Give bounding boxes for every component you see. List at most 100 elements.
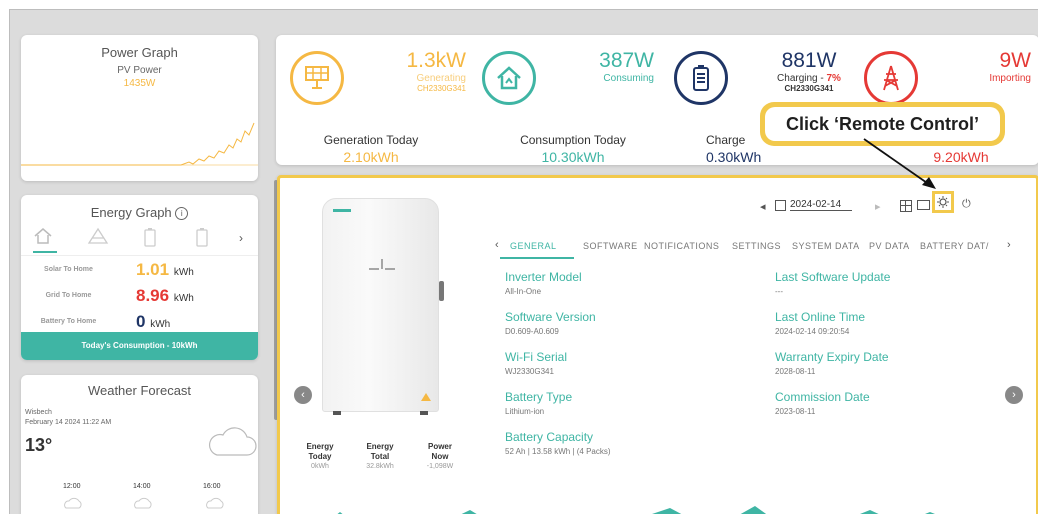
energy-source-icons: ›: [21, 225, 258, 256]
info-label: Last Online Time: [775, 310, 866, 324]
weather-location: Wisbech: [25, 409, 52, 416]
generation-today: Generation Today 2.10kWh: [306, 133, 436, 165]
summary-value: 0kWh: [311, 463, 329, 470]
energy-flow-label: Grid To Home: [45, 292, 92, 299]
battery-value: 881W: [781, 49, 837, 72]
battery-status: Charging - 7%: [754, 73, 864, 84]
info-value: D0.609-A0.609: [505, 327, 559, 336]
prev-arrow-button[interactable]: ‹: [294, 386, 312, 404]
power-icon[interactable]: ⏻: [962, 198, 971, 211]
inverter-image: [322, 198, 444, 415]
consuming-value: 387W: [599, 49, 654, 72]
energy-flow-row: Grid To Home 8.96 kWh: [21, 286, 258, 306]
power-graph-title: Power Graph: [101, 45, 178, 60]
energy-flow-unit: kWh: [150, 319, 171, 330]
next-arrow-button[interactable]: ›: [1005, 386, 1023, 404]
consuming-block: 387W Consuming: [599, 49, 654, 84]
info-label: Software Version: [505, 310, 596, 324]
tab-software[interactable]: SOFTWARE: [583, 241, 638, 251]
home-tab-icon[interactable]: [33, 227, 57, 253]
summary-value: 32.8kWh: [366, 463, 394, 470]
info-label: Commission Date: [775, 390, 870, 404]
pv-power-label: PV Power: [117, 65, 162, 76]
energy-graph-title: Energy Graph: [90, 205, 172, 220]
grid-tower-icon: [864, 51, 918, 105]
energy-flow-label: Solar To Home: [44, 266, 93, 273]
energy-flow-label: Battery To Home: [40, 318, 97, 325]
callout-pointer-arrow: [863, 138, 936, 189]
date-input[interactable]: 2024-02-14: [790, 199, 852, 211]
info-value: ---: [775, 287, 783, 296]
forecast-hour: 16:00: [203, 483, 221, 490]
grid-tab-icon[interactable]: [87, 227, 109, 250]
generating-value: 1.3kW: [406, 49, 466, 72]
forecast-cloud-icon: [134, 497, 152, 509]
battery-percent: 7%: [826, 73, 841, 84]
info-value: Lithium-ion: [505, 407, 545, 416]
tab-settings[interactable]: SETTINGS: [732, 241, 781, 251]
tab-general[interactable]: GENERAL: [510, 241, 557, 251]
charge-today-value: 0.30kWh: [706, 149, 762, 165]
generating-label: Generating: [416, 73, 466, 84]
energy-flow-value: 1.01 kWh: [136, 260, 194, 280]
chevron-right-icon[interactable]: ›: [239, 231, 243, 245]
grid-label: Importing: [989, 73, 1031, 84]
info-value: 2024-02-14 09:20:54: [775, 327, 850, 336]
energy-chart-strip: [337, 506, 935, 514]
tabs-prev-arrow[interactable]: ‹: [495, 239, 499, 251]
energy-flow-row: Battery To Home 0 kWh: [21, 312, 258, 332]
consuming-label: Consuming: [603, 73, 654, 84]
grid-block: 9W Importing: [989, 49, 1031, 84]
info-value: WJ2330G341: [505, 367, 554, 376]
cloud-icon: [208, 427, 257, 456]
app-frame: Power Graph PV Power 1435W 1.3kW Generat…: [9, 9, 1038, 514]
summary-label: Energy: [306, 442, 334, 451]
energy-flow-number: 8.96: [136, 286, 170, 305]
consumption-today-label: Consumption Today: [520, 133, 626, 147]
inverter-side-handle: [439, 281, 444, 301]
tab-notifications[interactable]: NOTIFICATIONS: [644, 241, 719, 251]
battery-tab-icon[interactable]: [143, 227, 157, 252]
pv-power-sparkline: [21, 122, 258, 166]
inverter-logo: [333, 209, 351, 212]
consumption-today-value: 10.30kWh: [541, 149, 605, 165]
info-label: Inverter Model: [505, 270, 582, 284]
home-icon: [482, 51, 536, 105]
generation-today-label: Generation Today: [323, 133, 419, 147]
info-value: 52 Ah | 13.58 kWh | (4 Packs): [505, 447, 611, 456]
weather-temp: 13°: [25, 435, 53, 455]
info-value: 2023-08-11: [775, 407, 816, 416]
energy-flow-number: 1.01: [136, 260, 170, 279]
energy-flow-value: 0 kWh: [136, 312, 170, 332]
energy-flow-value: 8.96 kWh: [136, 286, 194, 306]
summary-label: Energy: [366, 442, 394, 451]
tab-system-data[interactable]: SYSTEM DATA: [792, 241, 860, 251]
generation-today-value: 2.10kWh: [343, 149, 399, 165]
tab-pv-data[interactable]: PV DATA: [869, 241, 910, 251]
energy-graph-heading: Energy Graph i: [21, 205, 258, 221]
info-icon[interactable]: i: [175, 207, 189, 221]
tab-battery-dat[interactable]: BATTERY DAT/: [920, 241, 989, 251]
forecast-hour: 12:00: [63, 483, 81, 490]
device-summary-item: Energy Total 32.8kWh: [360, 442, 400, 472]
battery-alt-tab-icon[interactable]: [195, 227, 209, 252]
info-label: Warranty Expiry Date: [775, 350, 889, 364]
generating-block: 1.3kW Generating CH2330G341: [406, 49, 466, 93]
generating-serial: CH2330G341: [417, 84, 466, 93]
calendar-icon[interactable]: [775, 200, 786, 211]
battery-serial: CH2330G341: [784, 84, 834, 93]
date-prev-arrow[interactable]: ◂: [760, 200, 766, 213]
active-tab-indicator: [500, 257, 574, 259]
forecast-cloud-icon: [64, 497, 82, 509]
energy-flow-number: 0: [136, 312, 146, 331]
forecast-cloud-icon: [206, 497, 224, 509]
energy-flow-row: Solar To Home 1.01 kWh: [21, 260, 258, 280]
summary-value: -1,098W: [426, 463, 454, 470]
battery-icon: [674, 51, 728, 105]
tabs-next-arrow[interactable]: ›: [1007, 239, 1011, 251]
device-summary-item: Energy Today 0kWh: [300, 442, 340, 472]
info-value: All-In-One: [505, 287, 542, 296]
info-label: Wi-Fi Serial: [505, 350, 567, 364]
weather-datetime: February 14 2024 11:22 AM: [25, 419, 112, 426]
summary-label: Total: [370, 452, 390, 461]
